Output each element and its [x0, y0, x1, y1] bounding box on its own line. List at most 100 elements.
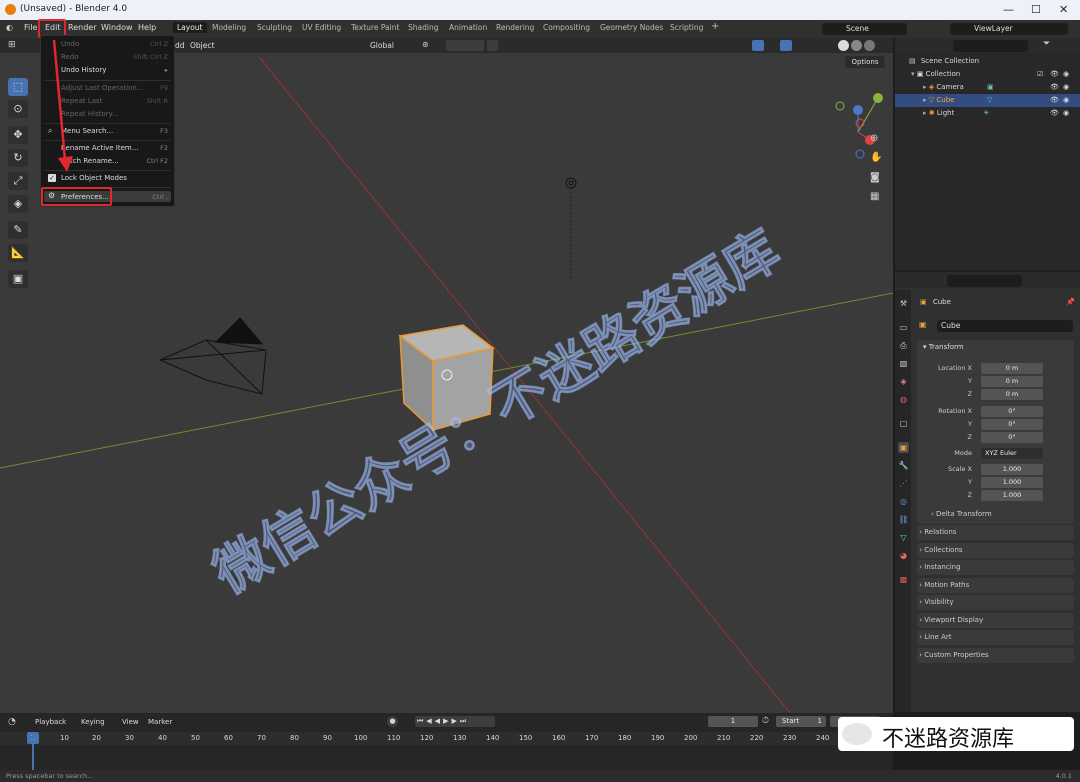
- view-layer-selector[interactable]: ViewLayer: [950, 23, 1068, 35]
- select-box-tool-icon[interactable]: ⬚: [8, 78, 28, 96]
- menu-keying[interactable]: Keying: [81, 718, 105, 726]
- panel-relations[interactable]: › Relations: [917, 525, 1074, 540]
- menu-playback[interactable]: Playback: [35, 718, 66, 726]
- tab-geometry-nodes[interactable]: Geometry Nodes: [600, 23, 663, 32]
- tab-animation[interactable]: Animation: [449, 23, 487, 32]
- panel-collections[interactable]: › Collections: [917, 543, 1074, 558]
- expand-arrow-icon[interactable]: ▸: [923, 96, 927, 104]
- mesh-data-icon[interactable]: ▽: [987, 94, 992, 107]
- cursor-tool-icon[interactable]: ⊙: [8, 100, 28, 118]
- scene-tab-icon[interactable]: ◈: [898, 376, 909, 387]
- delta-transform-subpanel[interactable]: › Delta Transform: [931, 510, 992, 518]
- material-shading-icon[interactable]: [851, 40, 862, 51]
- constraints-tab-icon[interactable]: ⛓: [898, 514, 909, 525]
- render-camera-icon[interactable]: ◉: [1063, 94, 1069, 107]
- scale-x-field[interactable]: 1.000: [981, 464, 1043, 475]
- panel-custom-properties[interactable]: › Custom Properties: [917, 648, 1074, 663]
- maximize-button[interactable]: ☐: [1031, 3, 1041, 16]
- tab-rendering[interactable]: Rendering: [496, 23, 534, 32]
- visibility-eye-icon[interactable]: 👁: [1050, 68, 1059, 81]
- annotate-tool-icon[interactable]: ✎: [8, 221, 28, 239]
- pan-hand-icon[interactable]: ✋: [870, 152, 882, 163]
- record-button[interactable]: ●: [387, 716, 398, 727]
- proportional-edit-toggle[interactable]: [487, 40, 498, 51]
- camera-view-icon[interactable]: ◙: [870, 172, 880, 183]
- material-tab-icon[interactable]: ◕: [898, 550, 909, 561]
- menu-render[interactable]: Render: [68, 23, 96, 32]
- tool-tab-icon[interactable]: ⚒: [898, 298, 909, 309]
- physics-tab-icon[interactable]: ◎: [898, 496, 909, 507]
- exclude-checkbox[interactable]: ☑: [1037, 68, 1043, 81]
- expand-arrow-icon[interactable]: ▸: [923, 109, 927, 117]
- location-y-field[interactable]: 0 m: [981, 376, 1043, 387]
- solid-shading-icon[interactable]: [838, 40, 849, 51]
- clock-icon[interactable]: ⏱: [762, 716, 769, 726]
- menu-view[interactable]: View: [122, 718, 139, 726]
- filter-icon[interactable]: ⏷: [1043, 39, 1050, 49]
- tab-texture-paint[interactable]: Texture Paint: [351, 23, 399, 32]
- start-frame-field[interactable]: Start 1: [776, 716, 826, 727]
- tab-uv-editing[interactable]: UV Editing: [302, 23, 341, 32]
- outliner-search-input[interactable]: [953, 40, 1028, 52]
- location-z-field[interactable]: 0 m: [981, 389, 1043, 400]
- viewport-object-menu[interactable]: Object: [190, 41, 214, 50]
- add-workspace-icon[interactable]: +: [711, 21, 719, 32]
- render-shading-icon[interactable]: [864, 40, 875, 51]
- render-camera-icon[interactable]: ◉: [1063, 81, 1069, 94]
- tab-modeling[interactable]: Modeling: [212, 23, 246, 32]
- tab-shading[interactable]: Shading: [408, 23, 438, 32]
- object-name-field[interactable]: Cube: [937, 320, 1073, 332]
- scale-tool-icon[interactable]: ⤢: [8, 172, 28, 190]
- scene-selector[interactable]: Scene: [822, 23, 907, 35]
- render-camera-icon[interactable]: ◉: [1063, 68, 1069, 81]
- camera-data-icon[interactable]: ▣: [987, 81, 994, 94]
- properties-search-input[interactable]: [947, 275, 1022, 287]
- scale-y-field[interactable]: 1.000: [981, 477, 1043, 488]
- location-x-field[interactable]: 0 m: [981, 363, 1043, 374]
- visibility-eye-icon[interactable]: 👁: [1050, 107, 1059, 120]
- frame-ruler[interactable]: 1 10 20 30 40 50 60 70 80 90 100 110 120…: [0, 732, 893, 745]
- panel-visibility[interactable]: › Visibility: [917, 595, 1074, 610]
- data-tab-icon[interactable]: ▽: [898, 532, 909, 543]
- rotation-x-field[interactable]: 0°: [981, 406, 1043, 417]
- view-layer-tab-icon[interactable]: ▧: [898, 358, 909, 369]
- measure-tool-icon[interactable]: 📐: [8, 244, 28, 262]
- gizmo-toggle[interactable]: [752, 40, 764, 51]
- object-type-dropdown-icon[interactable]: ▣: [919, 320, 927, 329]
- menu-help[interactable]: Help: [138, 23, 156, 32]
- editor-type-icon[interactable]: ⊞: [8, 40, 16, 50]
- menu-file[interactable]: File: [24, 23, 37, 32]
- outliner-row-scene-collection[interactable]: ▤ Scene Collection: [895, 55, 1080, 68]
- add-cube-tool-icon[interactable]: ▣: [8, 270, 28, 288]
- pivot-icon[interactable]: ⊛: [422, 40, 429, 49]
- blender-menu-icon[interactable]: ◐: [6, 23, 13, 32]
- minimize-button[interactable]: —: [1003, 3, 1014, 16]
- pin-icon[interactable]: 📌: [1066, 298, 1075, 306]
- transform-orientation-dropdown[interactable]: Global: [370, 41, 394, 50]
- modifier-tab-icon[interactable]: 🔧: [898, 460, 909, 471]
- ortho-grid-icon[interactable]: ▦: [870, 191, 879, 202]
- menu-marker[interactable]: Marker: [148, 718, 172, 726]
- scale-z-field[interactable]: 1.000: [981, 490, 1043, 501]
- move-tool-icon[interactable]: ✥: [8, 126, 28, 144]
- viewport-options-button[interactable]: Options: [845, 56, 885, 68]
- zoom-icon[interactable]: ⊕: [870, 133, 878, 144]
- output-tab-icon[interactable]: ⎙: [898, 340, 909, 351]
- overlay-toggle[interactable]: [780, 40, 792, 51]
- menu-window[interactable]: Window: [101, 23, 133, 32]
- texture-tab-icon[interactable]: ▩: [898, 574, 909, 585]
- tab-scripting[interactable]: Scripting: [670, 23, 703, 32]
- rotation-z-field[interactable]: 0°: [981, 432, 1043, 443]
- tab-layout[interactable]: Layout: [173, 22, 207, 33]
- transform-panel-header[interactable]: ▾ Transform: [923, 343, 964, 351]
- rotation-mode-dropdown[interactable]: XYZ Euler: [981, 448, 1043, 459]
- timeline-editor-type-icon[interactable]: ◔: [8, 717, 16, 727]
- rotation-y-field[interactable]: 0°: [981, 419, 1043, 430]
- outliner-row-camera[interactable]: ▸ ◈ Camera ▣ 👁 ◉: [895, 81, 1080, 94]
- current-frame-field[interactable]: 1: [708, 716, 758, 727]
- snap-toggle[interactable]: [446, 40, 484, 51]
- panel-motion-paths[interactable]: › Motion Paths: [917, 578, 1074, 593]
- expand-arrow-icon[interactable]: ▸: [923, 83, 927, 91]
- visibility-eye-icon[interactable]: 👁: [1050, 94, 1059, 107]
- outliner-row-light[interactable]: ▸ ✺ Light ☀ 👁 ◉: [895, 107, 1080, 120]
